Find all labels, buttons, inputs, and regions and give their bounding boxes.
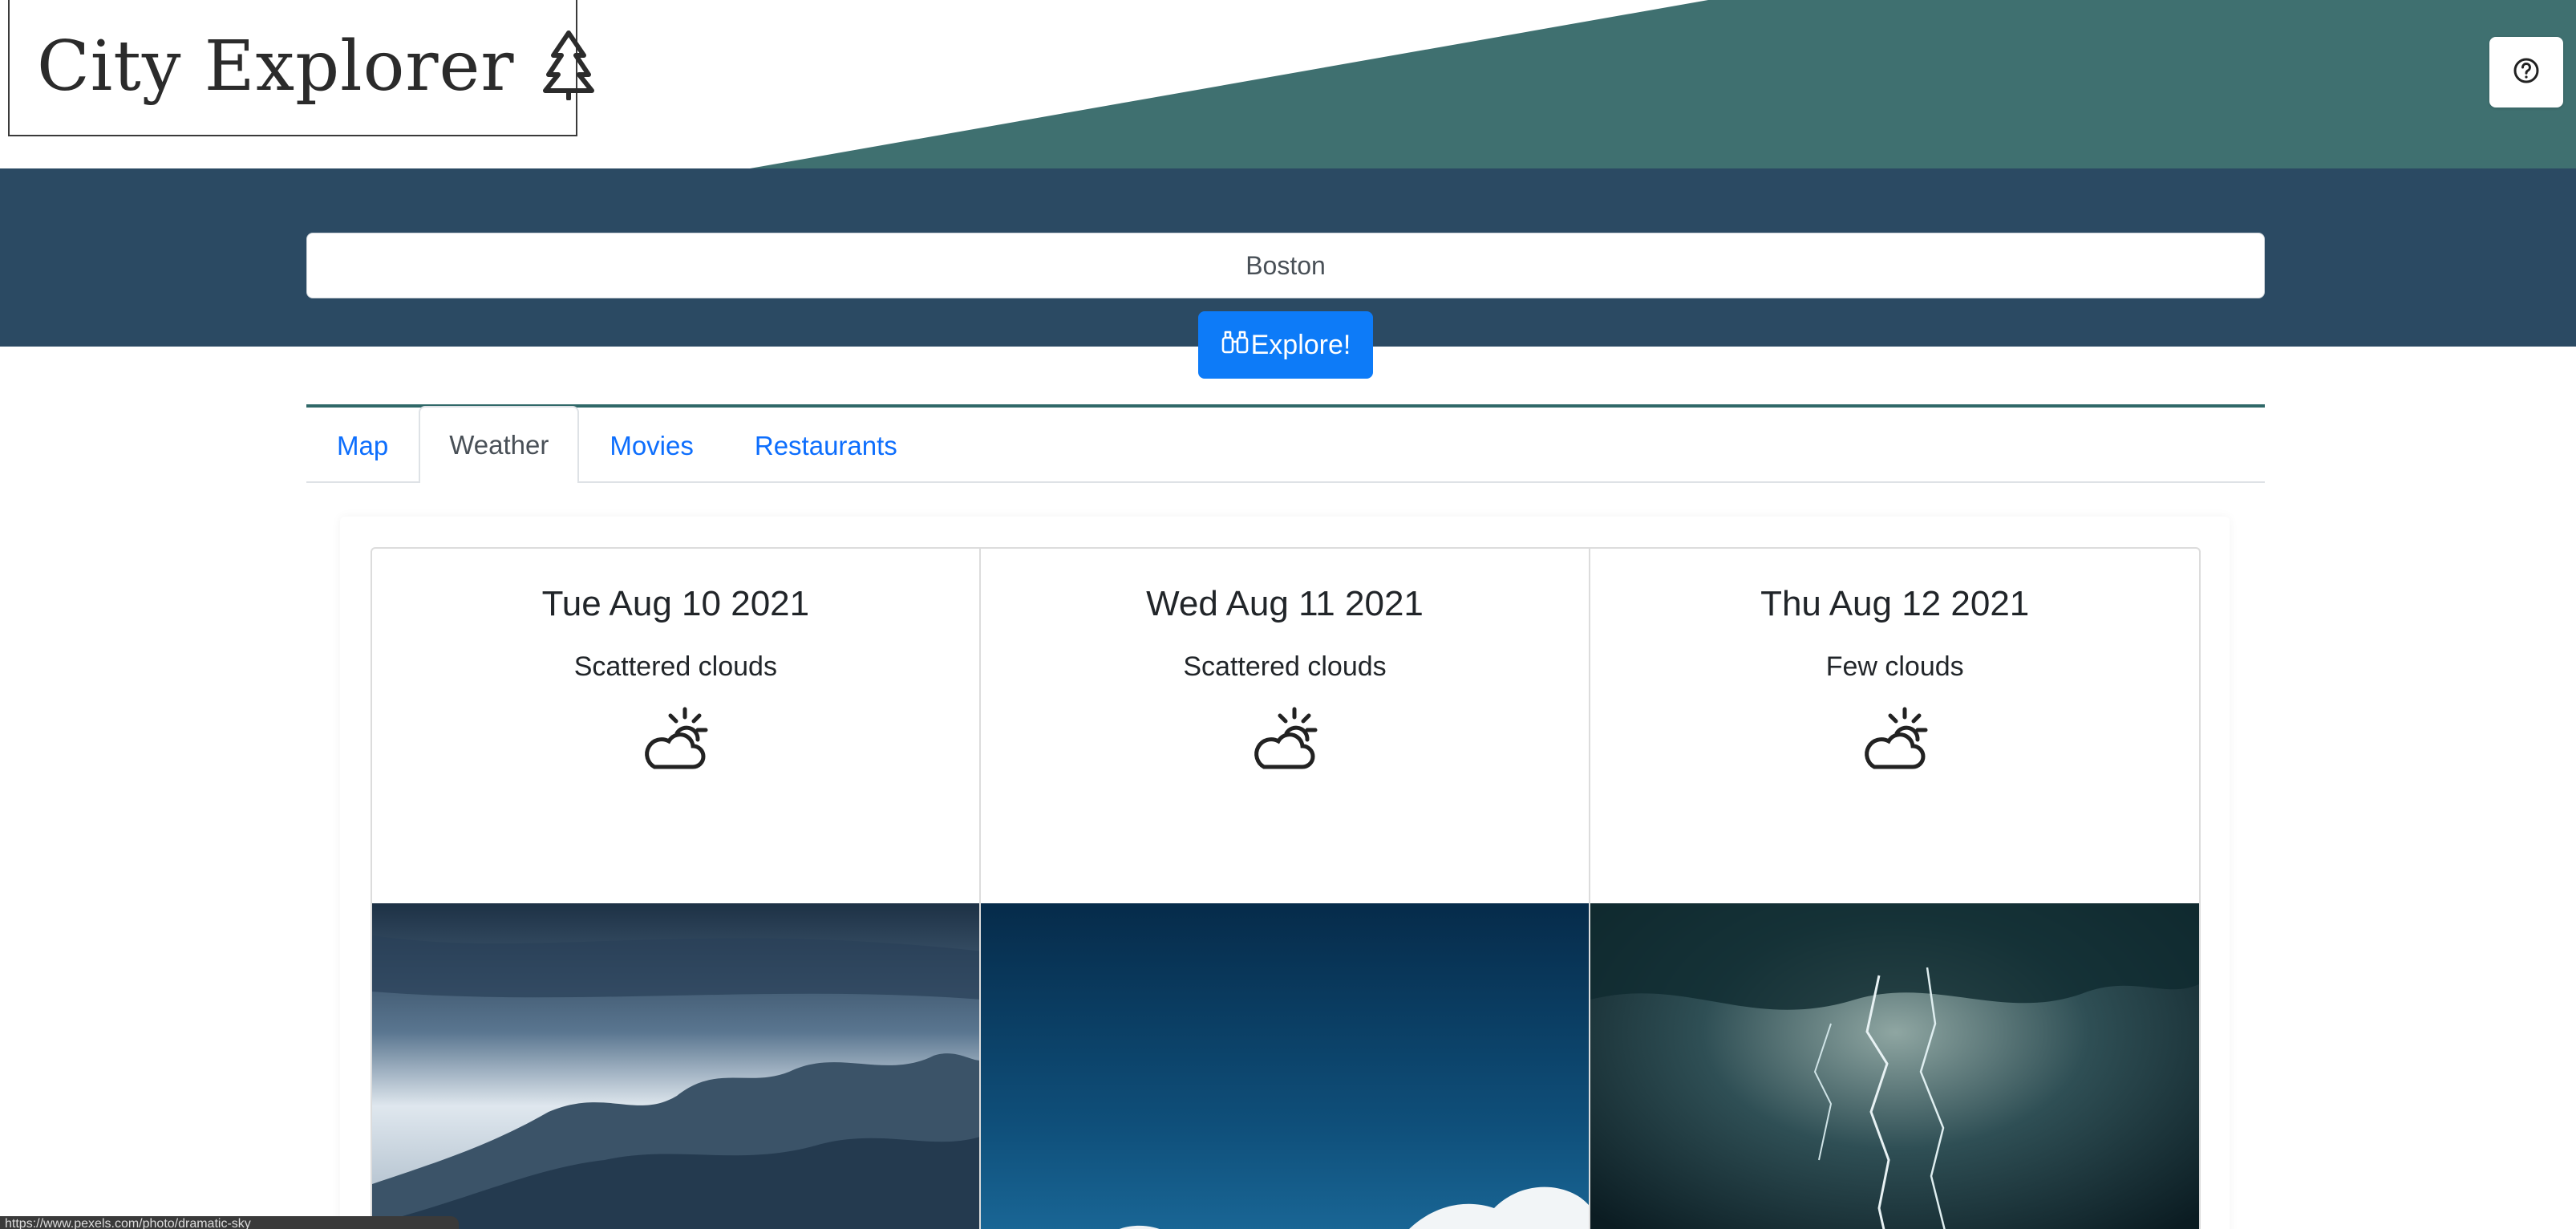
tab-weather[interactable]: Weather: [419, 406, 580, 483]
partly-cloudy-icon: [635, 698, 715, 778]
forecast-description: Scattered clouds: [1183, 651, 1387, 682]
explore-button[interactable]: Explore!: [1198, 311, 1373, 379]
weather-card: Tue Aug 10 2021 Scattered clouds: [371, 547, 981, 1229]
forecast-description: Scattered clouds: [573, 651, 777, 682]
partly-cloudy-icon: [1855, 698, 1935, 778]
tab-restaurants[interactable]: Restaurants: [724, 408, 928, 483]
app-title: City Explorer: [37, 26, 515, 107]
forecast-date: Tue Aug 10 2021: [541, 584, 810, 623]
binoculars-icon: [1221, 328, 1250, 363]
content-tabs: Map Weather Movies Restaurants: [306, 404, 2265, 483]
explore-button-label: Explore!: [1250, 329, 1351, 360]
weather-card: Thu Aug 12 2021 Few clouds: [1590, 547, 2201, 1229]
weather-photo: [980, 903, 1590, 1229]
weather-card: Wed Aug 11 2021 Scattered clouds: [980, 547, 1591, 1229]
weather-forecast-cards: Tue Aug 10 2021 Scattered clouds Wed Aug…: [371, 547, 2201, 1229]
city-search-input[interactable]: [306, 233, 2265, 298]
pine-tree-icon: [542, 30, 595, 104]
forecast-date: Wed Aug 11 2021: [1146, 584, 1424, 623]
tab-map[interactable]: Map: [306, 408, 419, 483]
partly-cloudy-icon: [1245, 698, 1325, 778]
weather-photo: [1590, 903, 2200, 1229]
question-circle-icon: [2513, 57, 2540, 88]
app-logo[interactable]: City Explorer: [8, 0, 594, 136]
app-header: City Explorer: [0, 0, 2576, 168]
weather-photo: [372, 903, 979, 1229]
help-button[interactable]: [2489, 37, 2563, 107]
forecast-description: Few clouds: [1825, 651, 1964, 682]
forecast-date: Thu Aug 12 2021: [1760, 584, 2030, 623]
browser-status-bar: https://www.pexels.com/photo/dramatic-sk…: [0, 1216, 459, 1229]
tab-movies[interactable]: Movies: [579, 408, 724, 483]
